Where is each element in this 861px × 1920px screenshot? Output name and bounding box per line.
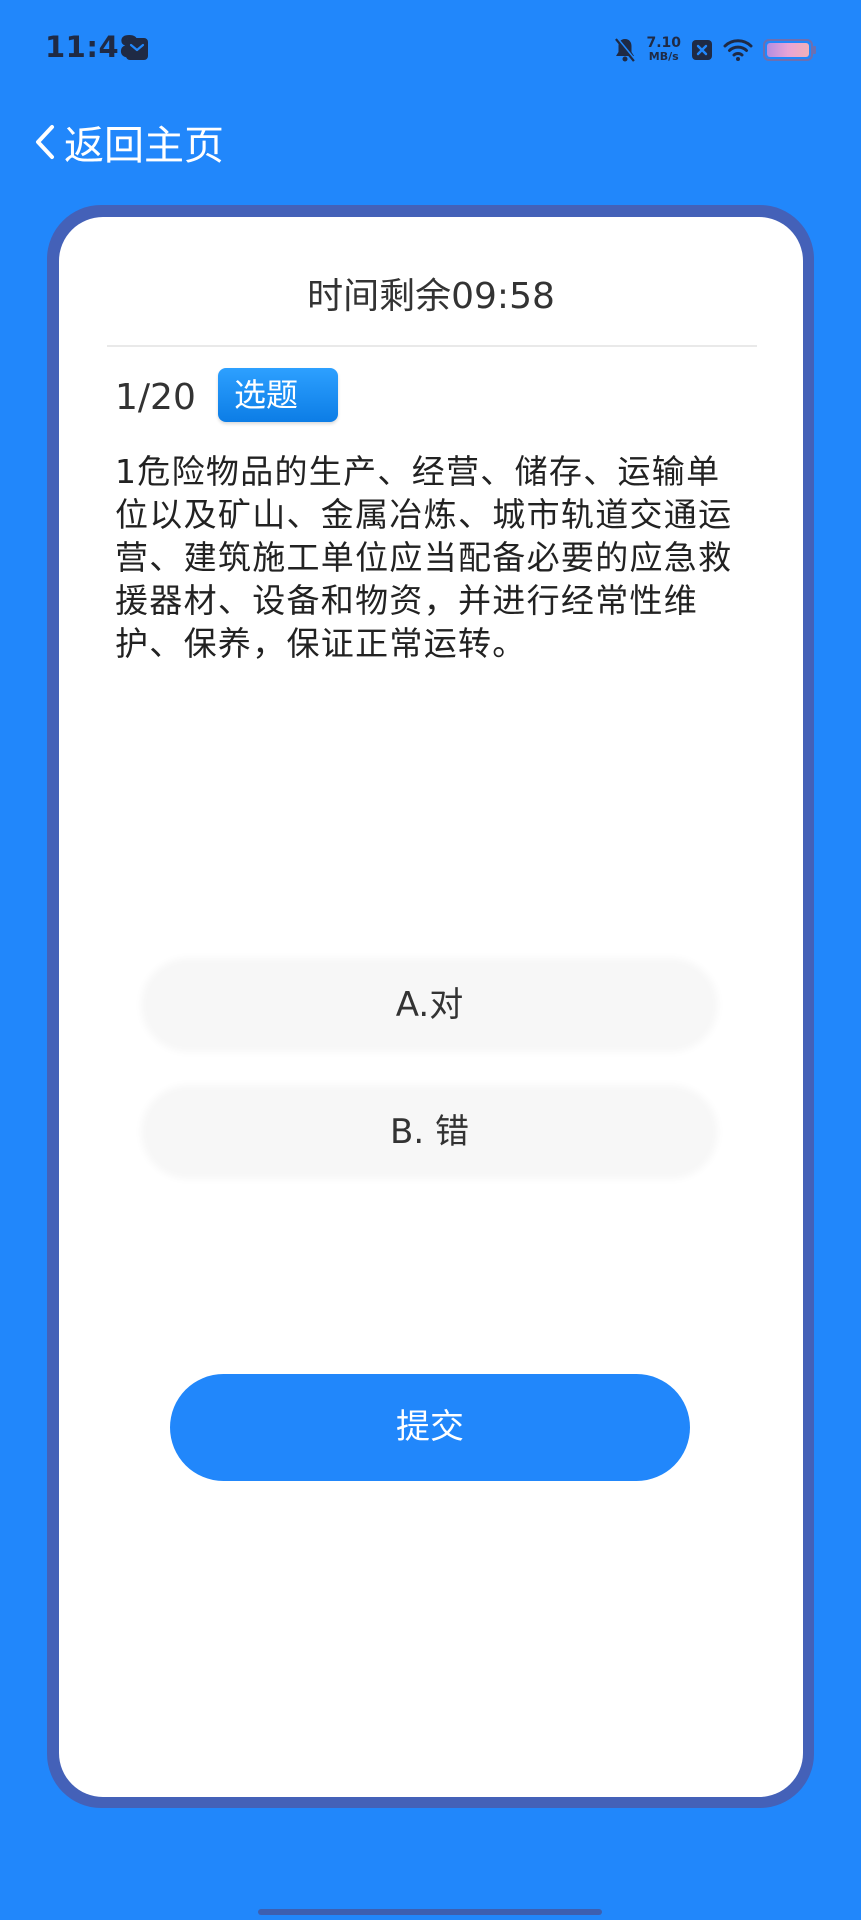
message-icon [126, 38, 148, 60]
battery-icon [763, 38, 817, 62]
wifi-icon [723, 38, 753, 62]
time-remaining: 时间剩余09:58 [307, 276, 555, 317]
divider [107, 345, 757, 347]
home-indicator[interactable] [258, 1909, 602, 1915]
back-label: 返回主页 [64, 123, 224, 169]
network-speed-unit: MB/s [648, 50, 679, 63]
question-text: 1危险物品的生产、经营、储存、运输单位以及矿山、金属冶炼、城市轨道交通运营、建筑… [115, 452, 733, 663]
back-to-home-link[interactable]: 返回主页 [32, 112, 224, 172]
submit-button[interactable]: 提交 [170, 1374, 690, 1481]
chevron-left-icon [36, 125, 54, 159]
status-bar: 11:48 7.10 MB/s [0, 0, 861, 100]
question-type-badge: 选题 [218, 368, 338, 422]
quiz-card: 时间剩余09:58 1/20 选题 1危险物品的生产、经营、储存、运输单位以及矿… [59, 217, 803, 1797]
network-speed: 7.10 MB/s [646, 35, 681, 63]
question-progress: 1/20 [115, 377, 196, 418]
bell-muted-icon [614, 37, 637, 63]
network-speed-value: 7.10 [646, 35, 681, 51]
status-icons: 7.10 MB/s [604, 34, 817, 66]
option-a-button[interactable]: A.对 [147, 964, 712, 1046]
close-box-icon [691, 39, 713, 61]
option-b-button[interactable]: B. 错 [147, 1091, 712, 1173]
